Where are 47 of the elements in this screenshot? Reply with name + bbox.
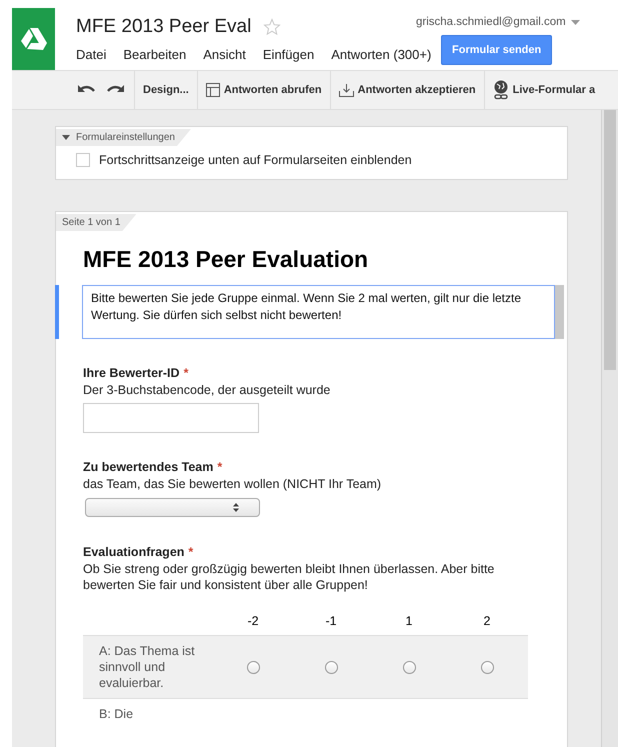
menu-item[interactable]: Datei xyxy=(76,47,106,62)
question-title: Evaluationfragen xyxy=(83,545,184,559)
menu-item[interactable]: Bearbeiten xyxy=(123,47,186,62)
menu-item[interactable]: Antworten (300+) xyxy=(331,47,432,62)
column-header: -2 xyxy=(246,614,260,628)
download-icon xyxy=(338,83,354,97)
column-header: 2 xyxy=(482,614,492,628)
dropdown-field[interactable] xyxy=(85,498,260,517)
scrollbar[interactable] xyxy=(601,110,618,747)
account-email[interactable]: grischa.schmiedl@gmail.com xyxy=(416,16,566,28)
star-icon[interactable] xyxy=(263,18,282,36)
toolbar-button[interactable]: Antworten abrufen xyxy=(196,71,330,109)
settings-tab[interactable]: Formulareinstellungen xyxy=(56,129,191,146)
radio-button[interactable] xyxy=(246,660,260,674)
toolbar-button[interactable]: Antworten akzeptieren xyxy=(330,71,484,109)
question-title: Ihre Bewerter-ID xyxy=(83,366,180,380)
table-icon xyxy=(206,83,220,97)
globe-link-icon xyxy=(492,80,509,100)
question-help-text: Ob Sie streng oder großzügig bewerten bleibt Ihnen überlassen. Aber bitte bewerten Sie fair und konsistent über alle Gruppen! xyxy=(83,561,496,593)
toolbar-button[interactable]: Design... xyxy=(134,71,197,109)
menu-item[interactable]: Ansicht xyxy=(203,47,246,62)
description-field[interactable]: Bitte bewerten Sie jede Gruppe einmal. Wenn Sie 2 mal werten, gilt nur die letzte Wertung. Sie dürfen sich selbst nicht bewerten! xyxy=(82,285,555,339)
question-help-text: Der 3-Buchstabencode, der ausgeteilt wurde xyxy=(83,382,332,398)
required-asterisk: * xyxy=(188,545,194,559)
dropdown-icon[interactable] xyxy=(570,20,580,24)
menu-item[interactable]: Einfügen xyxy=(262,47,314,62)
required-asterisk: * xyxy=(184,366,188,380)
required-asterisk: * xyxy=(217,460,222,474)
column-header: -1 xyxy=(324,614,338,628)
column-header: 1 xyxy=(404,614,414,628)
drive-logo-icon[interactable] xyxy=(12,8,55,70)
form-title[interactable]: MFE 2013 Peer Evaluation xyxy=(83,246,567,273)
checkbox-label: Fortschrittsanzeige unten auf Formularseiten einblenden xyxy=(99,153,412,167)
row-label: A: Das Thema ist sinnvoll und evaluierbar. xyxy=(98,643,196,691)
radio-button[interactable] xyxy=(324,660,338,674)
collapse-triangle-icon xyxy=(62,135,70,140)
radio-button[interactable] xyxy=(402,660,416,674)
select-arrows-icon xyxy=(233,503,239,512)
question-title: Zu bewertendes Team xyxy=(83,460,214,474)
radio-button[interactable] xyxy=(480,660,494,674)
row-label: B: Die xyxy=(98,706,134,722)
scrollbar[interactable] xyxy=(555,285,564,339)
input-field[interactable] xyxy=(83,403,259,433)
document-title: MFE 2013 Peer Eval xyxy=(76,16,252,38)
question-help-text: das Team, das Sie bewerten wollen (NICHT Ihr Team) xyxy=(83,476,382,492)
checkbox[interactable] xyxy=(76,153,90,167)
toolbar-button[interactable]: Live-Formular a xyxy=(484,71,604,109)
